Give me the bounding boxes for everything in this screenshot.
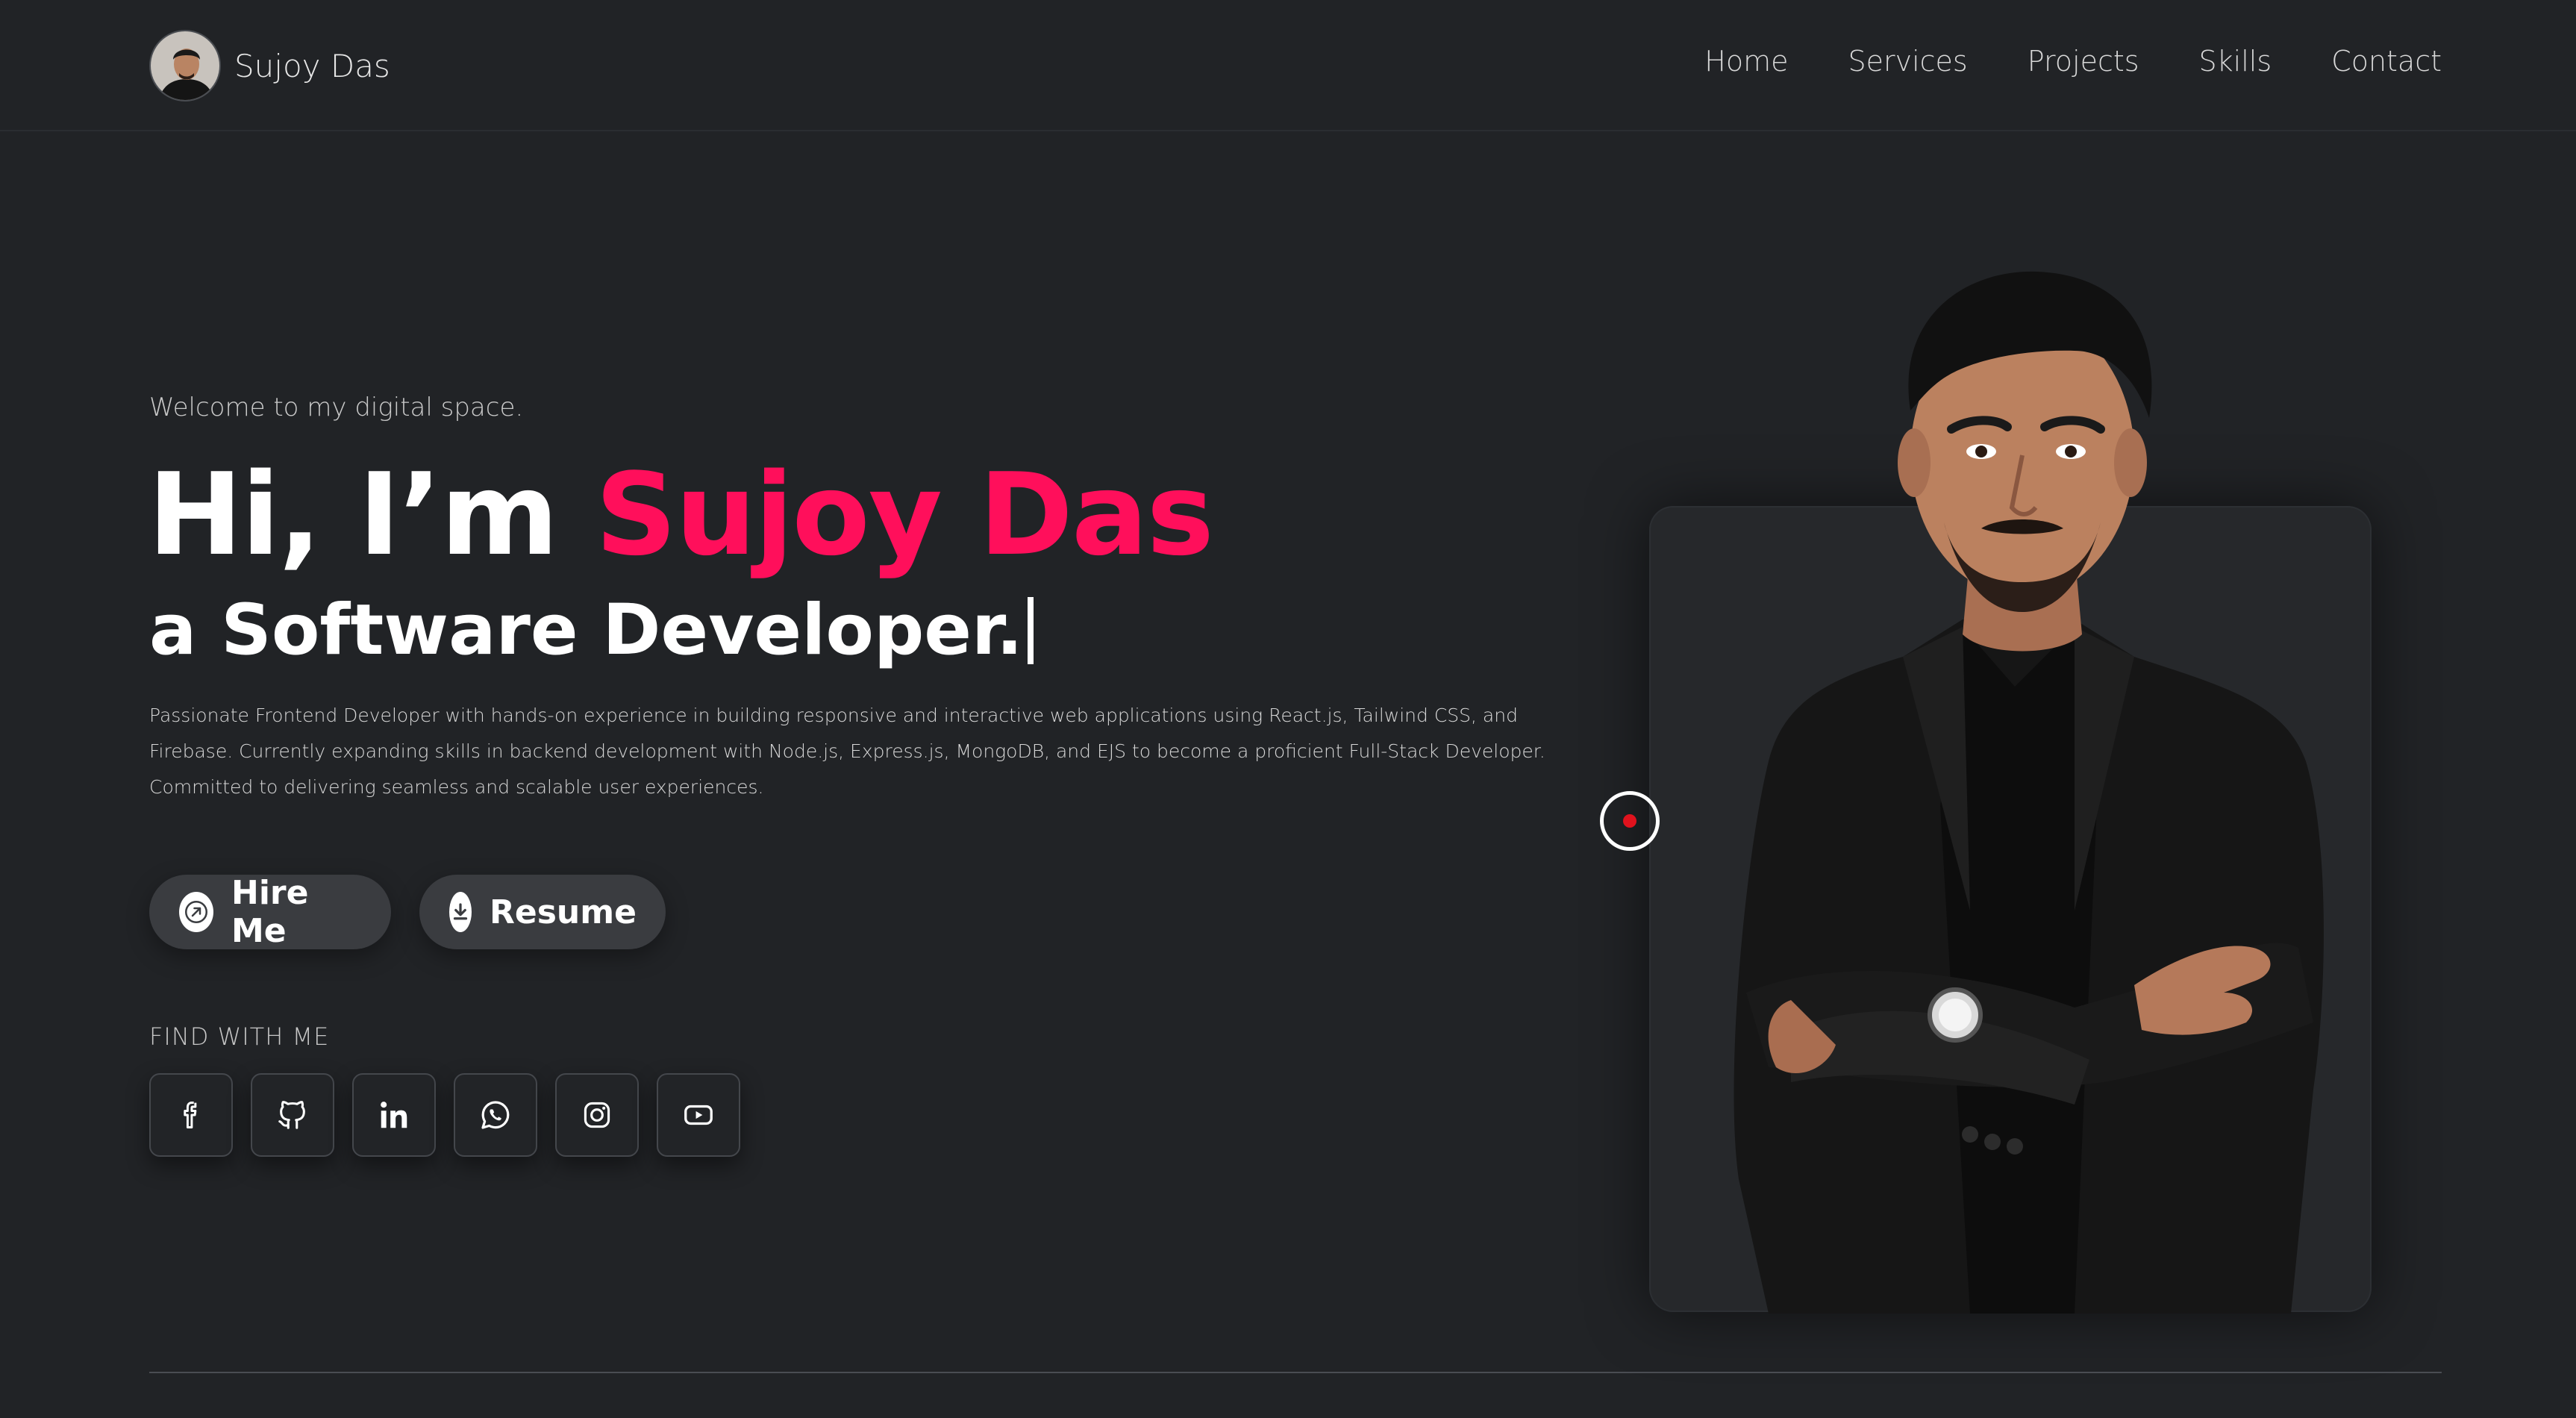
- main-nav: Home Services Projects Skills Contact: [1704, 45, 2442, 78]
- github-icon: [278, 1101, 305, 1129]
- facebook-icon: [184, 1102, 197, 1128]
- typing-caret: [1027, 597, 1034, 664]
- instagram-icon: [584, 1102, 610, 1128]
- nav-home[interactable]: Home: [1704, 45, 1788, 78]
- social-links: [149, 1073, 740, 1157]
- brand-name: Sujoy Das: [234, 47, 390, 84]
- download-icon: [449, 892, 472, 932]
- cursor-indicator: [1600, 791, 1660, 851]
- site-header: Sujoy Das Home Services Projects Skills …: [0, 0, 2576, 131]
- portrait-image: [1734, 271, 2324, 1314]
- instagram-link[interactable]: [555, 1073, 639, 1157]
- facebook-link[interactable]: [149, 1073, 233, 1157]
- nav-services[interactable]: Services: [1848, 45, 1967, 78]
- hire-me-label: Hire Me: [231, 874, 309, 950]
- linkedin-link[interactable]: [352, 1073, 436, 1157]
- hero-bio: Passionate Frontend Developer with hands…: [149, 705, 1545, 798]
- find-with-me-label: FIND WITH ME: [149, 1022, 330, 1051]
- section-divider: [149, 1372, 2442, 1373]
- cursor-dot: [1623, 814, 1636, 828]
- whatsapp-icon: [481, 1101, 510, 1129]
- avatar: [149, 30, 221, 101]
- nav-projects[interactable]: Projects: [2028, 45, 2139, 78]
- nav-skills[interactable]: Skills: [2199, 45, 2272, 78]
- youtube-icon: [684, 1105, 713, 1125]
- welcome-text: Welcome to my digital space.: [149, 393, 524, 422]
- linkedin-icon: [381, 1102, 407, 1128]
- hero-role: a Software Developer.: [149, 590, 1034, 672]
- hero-title-prefix: Hi, I’m: [148, 449, 595, 581]
- role-text: a Software Developer.: [149, 590, 1023, 671]
- arrow-up-right-icon: [179, 892, 214, 932]
- hero-title-name: Sujoy Das: [595, 449, 1214, 581]
- brand-link[interactable]: Sujoy Das: [149, 30, 390, 101]
- whatsapp-link[interactable]: [454, 1073, 537, 1157]
- resume-button[interactable]: Resume: [419, 875, 666, 949]
- hero-title: Hi, I’m Sujoy Das: [148, 448, 1214, 582]
- hire-me-button[interactable]: Hire Me: [149, 874, 391, 950]
- github-link[interactable]: [251, 1073, 334, 1157]
- nav-contact[interactable]: Contact: [2331, 45, 2442, 78]
- resume-label: Resume: [490, 893, 637, 931]
- youtube-link[interactable]: [657, 1073, 740, 1157]
